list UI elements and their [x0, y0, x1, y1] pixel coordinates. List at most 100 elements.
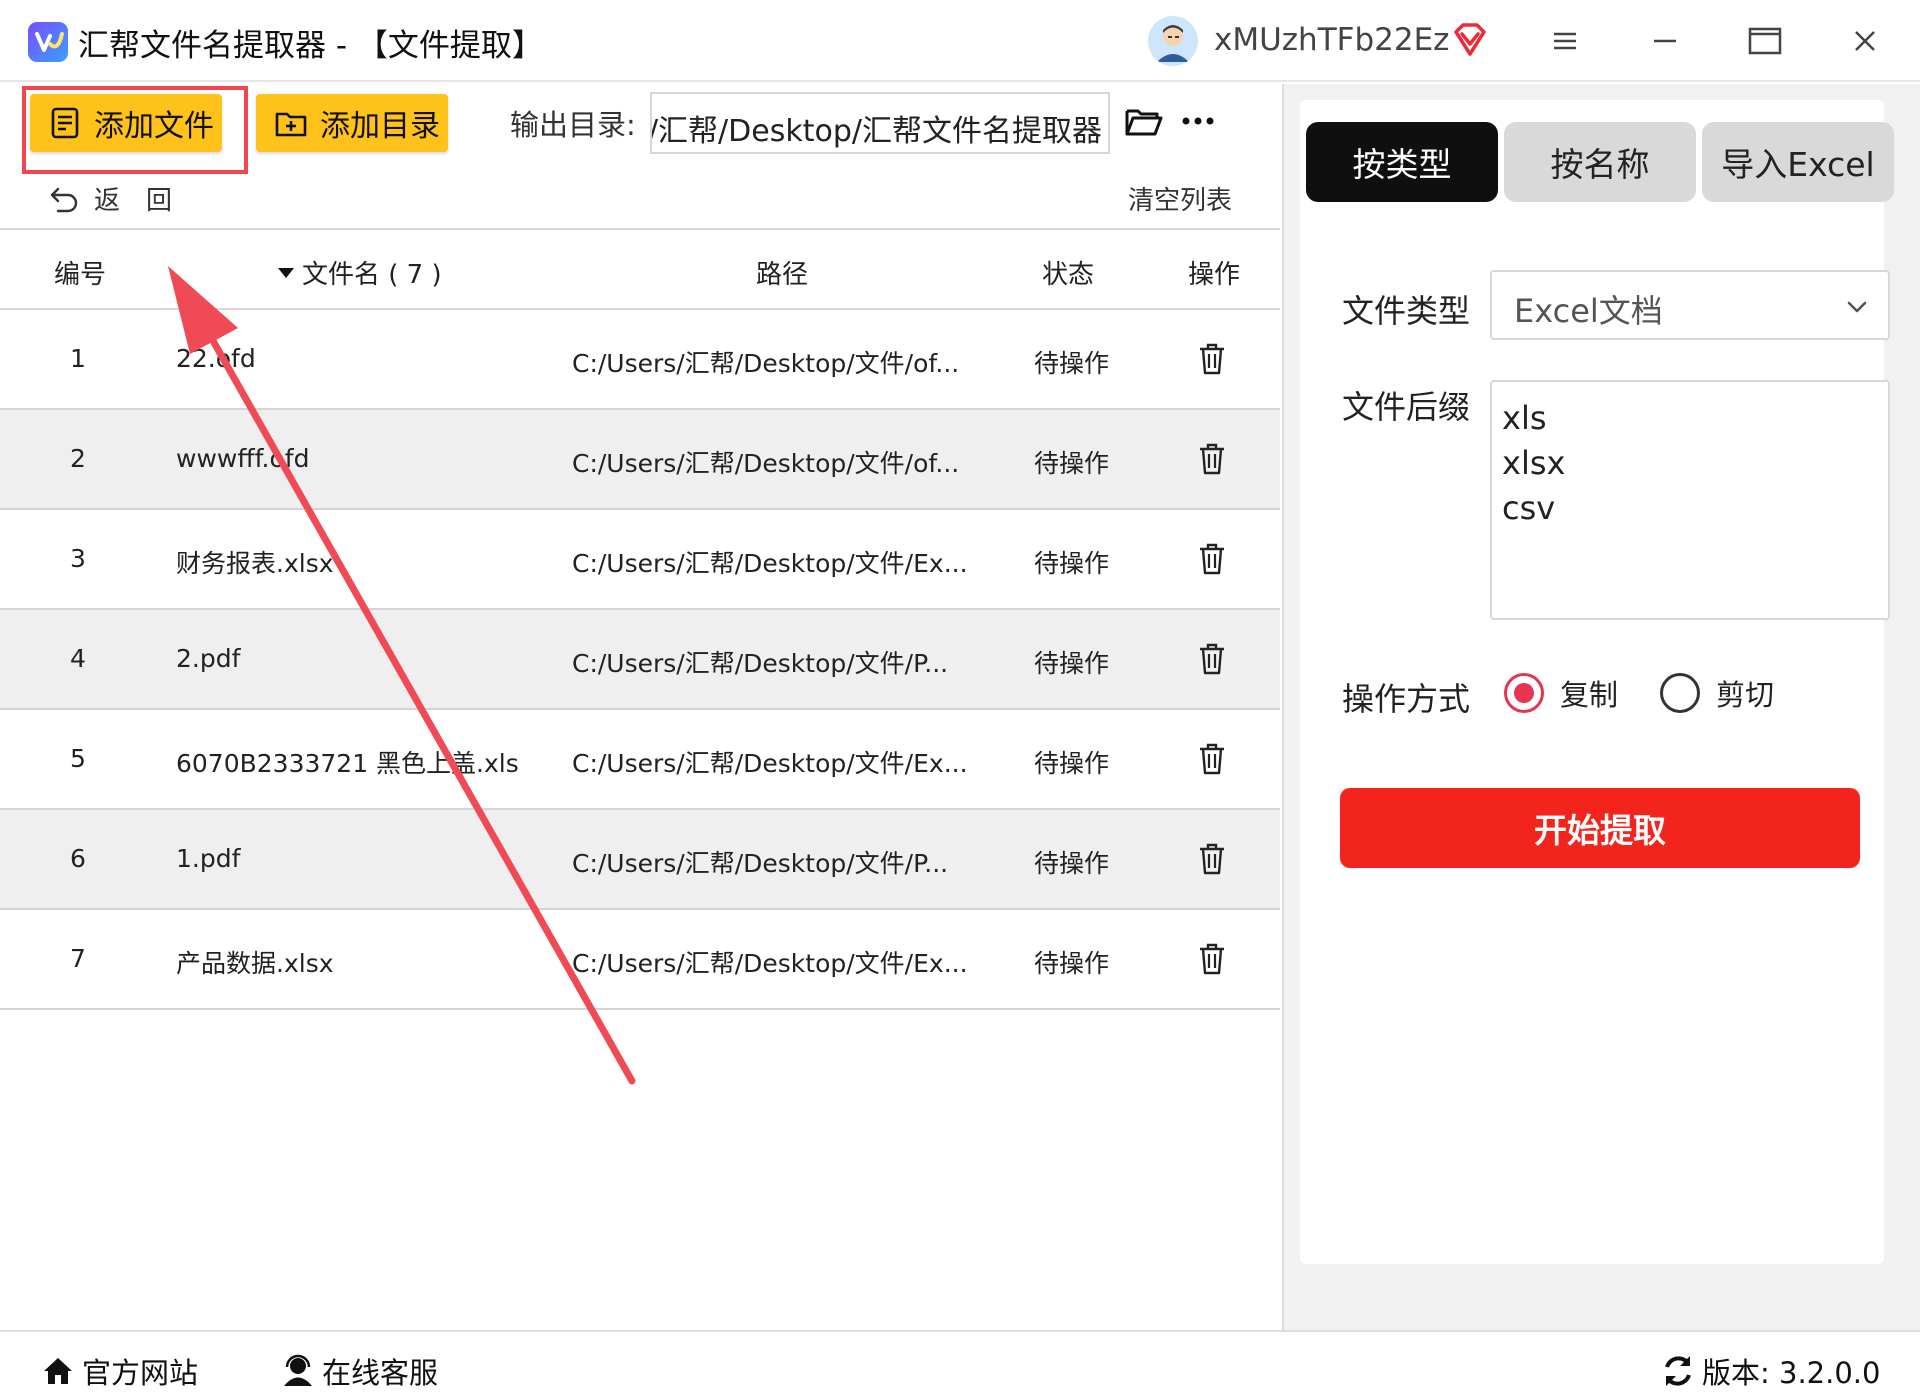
table-header: 编号 文件名 ( 7 ) 路径 状态 操作 [0, 228, 1280, 310]
back-arrow-icon [50, 187, 78, 212]
add-directory-label: 添加目录 [320, 109, 440, 144]
file-table: 编号 文件名 ( 7 ) 路径 状态 操作 1 22.ofd C:/Users/… [0, 228, 1280, 1010]
more-options-icon[interactable] [1178, 106, 1218, 136]
row-path: C:/Users/汇帮/Desktop/文件/of... [572, 349, 960, 378]
radio-cut[interactable]: 剪切 [1660, 672, 1774, 714]
row-no: 2 [70, 444, 86, 473]
row-path: C:/Users/汇帮/Desktop/文件/P... [572, 849, 949, 878]
add-directory-button[interactable]: 添加目录 [256, 94, 448, 152]
online-service-link[interactable]: 在线客服 [280, 1350, 438, 1392]
output-directory-label: 输出目录: [510, 108, 636, 142]
suffix-item: xlsx [1502, 444, 1566, 482]
delete-icon[interactable] [1196, 342, 1228, 376]
radio-copy-label: 复制 [1560, 678, 1619, 712]
row-path: C:/Users/汇帮/Desktop/文件/Ex... [572, 949, 968, 978]
back-button[interactable]: 返回 [48, 180, 198, 217]
delete-icon[interactable] [1196, 642, 1228, 676]
row-filename: 22.ofd [176, 344, 256, 373]
delete-icon[interactable] [1196, 542, 1228, 576]
row-status: 待操作 [1034, 449, 1110, 478]
delete-icon[interactable] [1196, 742, 1228, 776]
app-logo-icon [28, 22, 68, 62]
row-no: 4 [70, 644, 86, 673]
row-filename: wwwfff.ofd [176, 444, 310, 473]
vip-diamond-icon[interactable] [1450, 20, 1490, 60]
row-status: 待操作 [1034, 749, 1110, 778]
row-filename: 2.pdf [176, 644, 241, 673]
radio-unchecked-icon [1660, 673, 1700, 713]
row-filename: 财务报表.xlsx [176, 549, 334, 578]
row-filename: 6070B2333721 黑色上盖.xls [176, 749, 519, 778]
official-site-link[interactable]: 官方网站 [40, 1350, 198, 1392]
version-info[interactable]: 版本: 3.2.0.0 [1660, 1350, 1880, 1392]
header-status: 状态 [1042, 260, 1095, 290]
customer-service-icon [284, 1354, 312, 1386]
delete-icon[interactable] [1196, 842, 1228, 876]
title-bar: 汇帮文件名提取器 - 【文件提取】 xMUzhTFb22Ez [0, 0, 1920, 82]
tab-by-type[interactable]: 按类型 [1306, 122, 1498, 202]
file-type-value: Excel文档 [1514, 292, 1663, 330]
home-icon [44, 1358, 72, 1384]
menu-icon[interactable] [1540, 18, 1590, 64]
minimize-icon[interactable] [1640, 18, 1690, 64]
row-no: 5 [70, 744, 86, 773]
header-filename[interactable]: 文件名 ( 7 ) [276, 254, 442, 291]
open-folder-icon[interactable] [1124, 102, 1164, 142]
delete-icon[interactable] [1196, 942, 1228, 976]
file-type-select[interactable]: Excel文档 [1490, 270, 1890, 340]
suffix-item: xls [1502, 399, 1547, 437]
refresh-icon [1665, 1356, 1691, 1386]
row-filename: 产品数据.xlsx [176, 949, 334, 978]
back-label: 返回 [94, 186, 199, 216]
table-row[interactable]: 5 6070B2333721 黑色上盖.xls C:/Users/汇帮/Desk… [0, 710, 1280, 810]
table-row[interactable]: 3 财务报表.xlsx C:/Users/汇帮/Desktop/文件/Ex...… [0, 510, 1280, 610]
row-path: C:/Users/汇帮/Desktop/文件/of... [572, 449, 960, 478]
sort-down-icon [278, 267, 294, 278]
row-no: 3 [70, 544, 86, 573]
suffix-item: csv [1502, 489, 1556, 527]
header-no: 编号 [54, 260, 107, 290]
radio-cut-label: 剪切 [1716, 678, 1775, 712]
radio-copy[interactable]: 复制 [1504, 672, 1618, 714]
start-extract-button[interactable]: 开始提取 [1340, 788, 1860, 868]
file-type-label: 文件类型 [1342, 292, 1471, 330]
clear-list-button[interactable]: 清空列表 [1128, 180, 1232, 217]
file-suffix-label: 文件后缀 [1342, 388, 1471, 426]
row-no: 6 [70, 844, 86, 873]
file-suffix-textarea[interactable]: xls xlsx csv [1490, 380, 1890, 620]
row-status: 待操作 [1034, 549, 1110, 578]
row-path: C:/Users/汇帮/Desktop/文件/Ex... [572, 749, 968, 778]
folder-add-icon [275, 112, 307, 137]
operation-mode-label: 操作方式 [1342, 680, 1471, 718]
header-operation: 操作 [1188, 260, 1241, 290]
header-path: 路径 [756, 260, 809, 290]
row-status: 待操作 [1034, 849, 1110, 878]
highlight-annotation [22, 86, 248, 174]
row-no: 1 [70, 344, 86, 373]
row-no: 7 [70, 944, 86, 973]
output-directory-field[interactable]: C:/Users/汇帮/Desktop/汇帮文件名提取器 [650, 92, 1110, 154]
close-icon[interactable] [1840, 18, 1890, 64]
table-row[interactable]: 1 22.ofd C:/Users/汇帮/Desktop/文件/of... 待操… [0, 310, 1280, 410]
window-title: 汇帮文件名提取器 - 【文件提取】 [78, 28, 543, 64]
row-status: 待操作 [1034, 649, 1110, 678]
delete-icon[interactable] [1196, 442, 1228, 476]
tab-by-name[interactable]: 按名称 [1504, 122, 1696, 202]
user-avatar[interactable] [1148, 16, 1198, 66]
maximize-icon[interactable] [1740, 18, 1790, 64]
row-filename: 1.pdf [176, 844, 241, 873]
username[interactable]: xMUzhTFb22Ez [1214, 22, 1449, 58]
row-path: C:/Users/汇帮/Desktop/文件/P... [572, 649, 949, 678]
row-status: 待操作 [1034, 349, 1110, 378]
radio-checked-icon [1504, 673, 1544, 713]
file-list-panel: 添加文件 添加目录 输出目录: C:/Users/汇帮/Desktop/汇帮文件… [0, 84, 1280, 1330]
chevron-down-icon [1847, 301, 1867, 313]
row-status: 待操作 [1034, 949, 1110, 978]
row-path: C:/Users/汇帮/Desktop/文件/Ex... [572, 549, 968, 578]
tab-import-excel[interactable]: 导入Excel [1702, 122, 1894, 202]
table-row[interactable]: 4 2.pdf C:/Users/汇帮/Desktop/文件/P... 待操作 [0, 610, 1280, 710]
status-bar: 官方网站 在线客服 版本: 3.2.0.0 [0, 1330, 1920, 1400]
table-row[interactable]: 6 1.pdf C:/Users/汇帮/Desktop/文件/P... 待操作 [0, 810, 1280, 910]
table-row[interactable]: 7 产品数据.xlsx C:/Users/汇帮/Desktop/文件/Ex...… [0, 910, 1280, 1010]
table-row[interactable]: 2 wwwfff.ofd C:/Users/汇帮/Desktop/文件/of..… [0, 410, 1280, 510]
